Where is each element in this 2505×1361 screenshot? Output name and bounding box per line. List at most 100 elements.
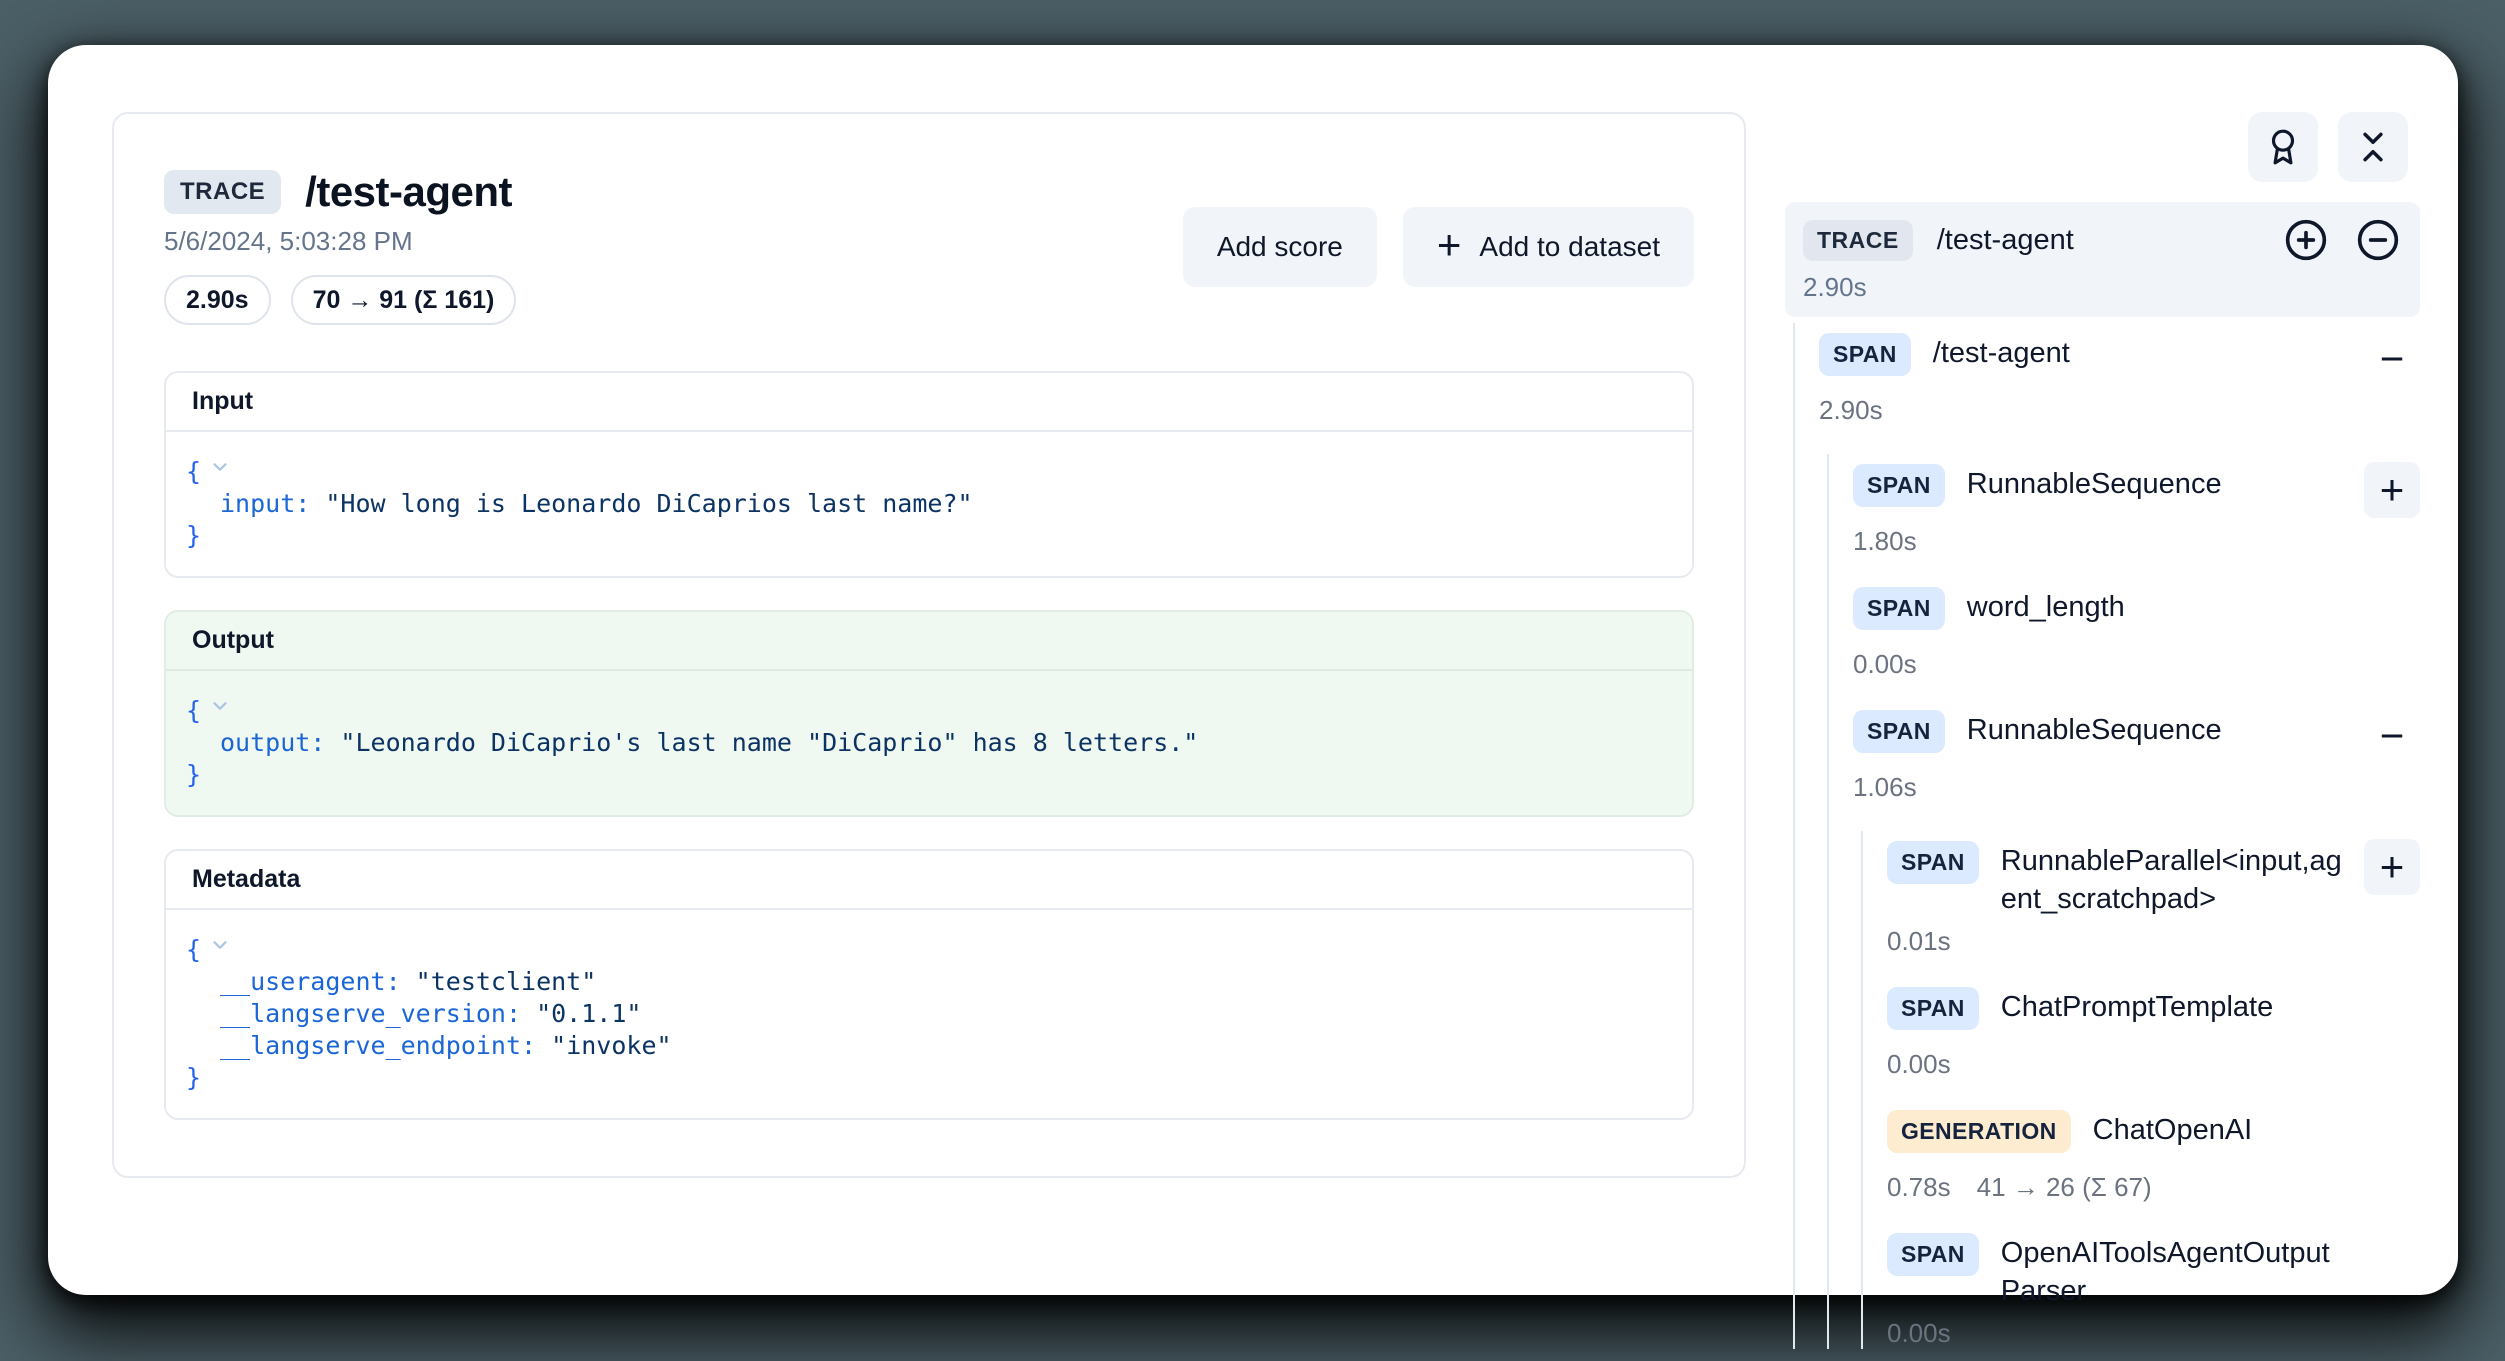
award-ribbon-icon	[2264, 128, 2302, 166]
collapse-node-button[interactable]: −	[2364, 708, 2420, 764]
close-brace: }	[186, 1063, 201, 1092]
close-brace: }	[186, 760, 201, 789]
span-type-badge: SPAN	[1853, 464, 1945, 507]
tree-row-label: ChatOpenAI	[2093, 1108, 2342, 1149]
input-panel: Input { input: "How long is Leonardo DiC…	[164, 371, 1694, 578]
output-panel-title: Output	[166, 612, 1692, 671]
tree-row[interactable]: SPAN /test-agent −	[1819, 331, 2420, 387]
add-score-button[interactable]: Add score	[1183, 207, 1377, 287]
close-brace: }	[186, 521, 201, 550]
expand-node-button[interactable]: +	[2364, 462, 2420, 518]
trace-timestamp: 5/6/2024, 5:03:28 PM	[164, 226, 516, 257]
tree-row-label: RunnableParallel<input,agent_scratchpad>	[2001, 839, 2342, 918]
chevron-down-icon[interactable]	[209, 693, 231, 725]
tree-row-duration: 0.00s	[1853, 649, 2420, 680]
tree-row-label: /test-agent	[1933, 331, 2342, 372]
tree-row-duration: 0.78s 41 → 26 (Σ 67)	[1887, 1172, 2420, 1203]
generation-type-badge: GENERATION	[1887, 1110, 2071, 1153]
json-key: input:	[220, 489, 325, 518]
tree-row[interactable]: SPAN ChatPromptTemplate	[1887, 985, 2420, 1041]
tree-row-duration: 0.00s	[1887, 1318, 2420, 1349]
chevrons-down-up-icon	[2354, 128, 2392, 166]
span-type-badge: SPAN	[1887, 841, 1979, 884]
duration-value: 1.80s	[1853, 526, 1917, 557]
output-panel: Output { output: "Leonardo DiCaprio's la…	[164, 610, 1694, 817]
token-usage-pill: 70 → 91 (Σ 161)	[291, 275, 517, 325]
tree-row[interactable]: SPAN word_length	[1853, 585, 2420, 641]
circle-plus-icon[interactable]	[2284, 218, 2328, 262]
tree-row[interactable]: SPAN RunnableParallel<input,agent_scratc…	[1887, 839, 2420, 918]
json-key: __useragent:	[220, 967, 416, 996]
json-value: "invoke"	[551, 1031, 671, 1060]
tree-node-runnable-parallel: SPAN RunnableParallel<input,agent_scratc…	[1887, 839, 2420, 957]
span-type-badge: SPAN	[1887, 1233, 1979, 1276]
metadata-panel-title: Metadata	[166, 851, 1692, 910]
span-type-badge: SPAN	[1853, 710, 1945, 753]
duration-value: 0.78s	[1887, 1172, 1951, 1203]
token-usage-value: 41 → 26 (Σ 67)	[1977, 1172, 2152, 1203]
page-title: /test-agent	[305, 168, 512, 216]
bookmark-award-button[interactable]	[2248, 112, 2318, 182]
json-value: "testclient"	[416, 967, 597, 996]
tree-row-label: word_length	[1967, 585, 2342, 626]
add-to-dataset-button[interactable]: + Add to dataset	[1403, 207, 1694, 287]
duration-value: 0.00s	[1853, 649, 1917, 680]
tree-row-duration: 2.90s	[1819, 395, 2420, 426]
expand-node-button[interactable]: +	[2364, 839, 2420, 895]
tree-node-openai-tools-agent-output-parser: SPAN OpenAIToolsAgentOutputParser 0.00s	[1887, 1231, 2420, 1349]
tree-node-word-length: SPAN word_length 0.00s	[1853, 585, 2420, 680]
plus-icon: +	[1437, 224, 1462, 266]
json-value: "How long is Leonardo DiCaprios last nam…	[325, 489, 972, 518]
tree-node-test-agent: SPAN /test-agent − 2.90s	[1819, 331, 2420, 426]
tree-row-label: OpenAIToolsAgentOutputParser	[2001, 1231, 2342, 1310]
chevron-down-icon[interactable]	[209, 932, 231, 964]
tree-row[interactable]: SPAN RunnableSequence −	[1853, 708, 2420, 764]
open-brace: {	[186, 935, 201, 964]
tree-row-label: ChatPromptTemplate	[2001, 985, 2342, 1026]
tree-node-chat-openai: GENERATION ChatOpenAI 0.78s 41 → 26 (Σ 6…	[1887, 1108, 2420, 1203]
json-key: __langserve_version:	[220, 999, 536, 1028]
span-type-badge: SPAN	[1853, 587, 1945, 630]
trace-detail-card: TRACE /test-agent 5/6/2024, 5:03:28 PM 2…	[112, 112, 1746, 1178]
tree-row-duration: 2.90s	[1803, 272, 2400, 303]
tree-node-chat-prompt-template: SPAN ChatPromptTemplate 0.00s	[1887, 985, 2420, 1080]
tree-node-runnable-sequence-1: SPAN RunnableSequence + 1.80s	[1853, 462, 2420, 557]
json-value: "Leonardo DiCaprio's last name "DiCaprio…	[340, 728, 1198, 757]
tree-node-runnable-sequence-2: SPAN RunnableSequence − 1.06s	[1853, 708, 2420, 803]
app-window: TRACE /test-agent 5/6/2024, 5:03:28 PM 2…	[48, 45, 2458, 1295]
trace-header: TRACE /test-agent 5/6/2024, 5:03:28 PM 2…	[164, 168, 1694, 325]
collapse-node-button[interactable]: −	[2364, 331, 2420, 387]
json-key: __langserve_endpoint:	[220, 1031, 551, 1060]
tree-row-label: RunnableSequence	[1967, 708, 2342, 749]
open-brace: {	[186, 696, 201, 725]
tree-row[interactable]: GENERATION ChatOpenAI	[1887, 1108, 2420, 1164]
duration-value: 1.06s	[1853, 772, 1917, 803]
span-tree: SPAN /test-agent − 2.90s SPAN RunnableSe…	[1785, 323, 2420, 1349]
collapse-view-button[interactable]	[2338, 112, 2408, 182]
duration-value: 0.00s	[1887, 1318, 1951, 1349]
tree-row-duration: 0.00s	[1887, 1049, 2420, 1080]
circle-minus-icon[interactable]	[2356, 218, 2400, 262]
duration-value: 0.00s	[1887, 1049, 1951, 1080]
chevron-down-icon[interactable]	[209, 454, 231, 486]
trace-tree-sidebar: TRACE /test-agent 2.90s SPAN	[1785, 112, 2420, 1361]
tree-row[interactable]: SPAN RunnableSequence +	[1853, 462, 2420, 518]
input-panel-title: Input	[166, 373, 1692, 432]
add-to-dataset-label: Add to dataset	[1479, 231, 1660, 263]
tree-row-duration: 0.01s	[1887, 926, 2420, 957]
latency-pill: 2.90s	[164, 275, 271, 325]
tree-row[interactable]: SPAN OpenAIToolsAgentOutputParser	[1887, 1231, 2420, 1310]
tree-row-duration: 1.06s	[1853, 772, 2420, 803]
add-score-label: Add score	[1217, 231, 1343, 263]
span-type-badge: SPAN	[1819, 333, 1911, 376]
duration-value: 2.90s	[1819, 395, 1883, 426]
page: { "colors": { "page_background": "#4b5f6…	[0, 0, 2505, 1348]
duration-value: 0.01s	[1887, 926, 1951, 957]
trace-type-badge: TRACE	[164, 170, 281, 214]
metadata-panel: Metadata { __useragent: "testclient" __l…	[164, 849, 1694, 1120]
span-type-badge: SPAN	[1887, 987, 1979, 1030]
input-json: { input: "How long is Leonardo DiCaprios…	[166, 432, 1692, 576]
tree-row-trace[interactable]: TRACE /test-agent 2.90s	[1785, 202, 2420, 317]
tree-row-duration: 1.80s	[1853, 526, 2420, 557]
open-brace: {	[186, 457, 201, 486]
